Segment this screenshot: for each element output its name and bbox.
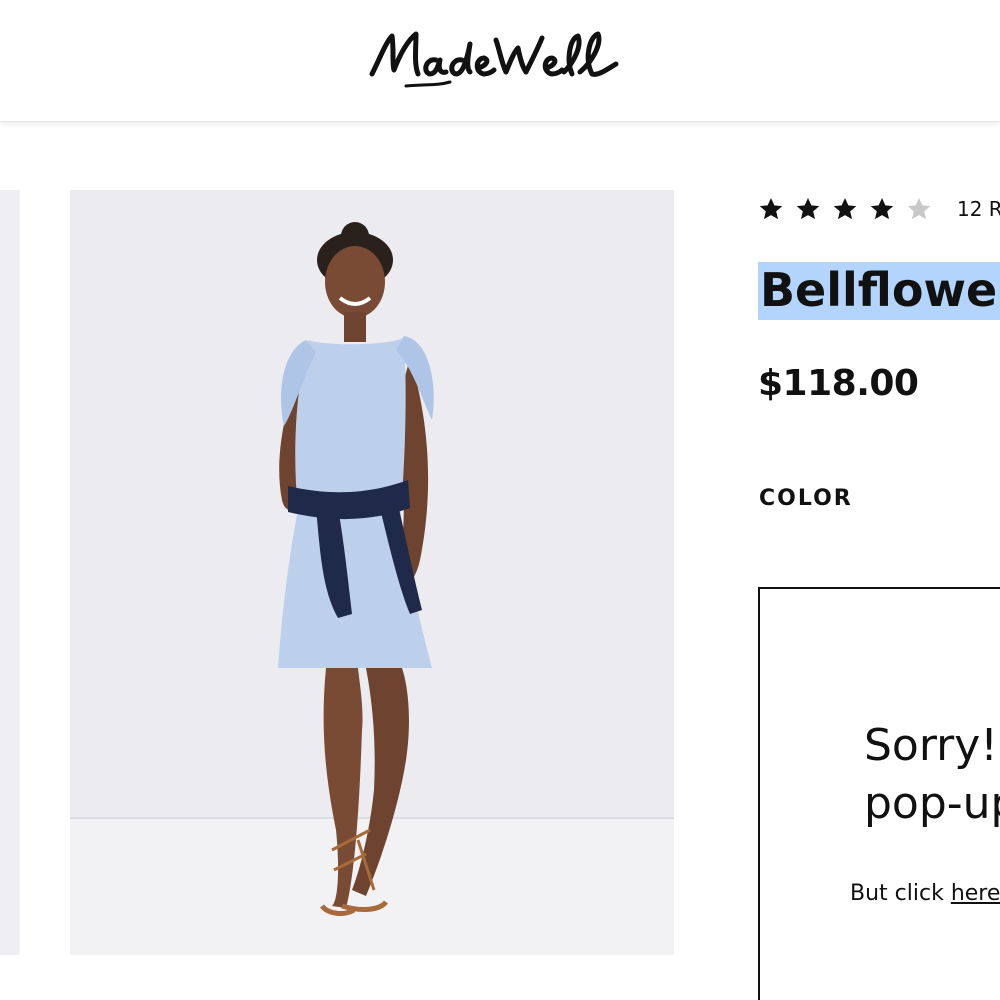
madewell-logo-script xyxy=(369,31,619,88)
product-price: $118.00 xyxy=(758,363,919,404)
review-count-link[interactable]: 12 Reviews xyxy=(957,197,1000,221)
popup-error-prefix: But click xyxy=(850,881,951,906)
product-rating[interactable]: 12 Reviews xyxy=(758,192,1000,226)
color-label: COLOR xyxy=(759,486,853,511)
product-image[interactable] xyxy=(70,190,674,955)
popup-here-link[interactable]: here xyxy=(951,881,1000,906)
star-filled-icon xyxy=(795,196,821,222)
popup-error-box: Sorry! This pop-up But click here xyxy=(758,587,1000,1000)
popup-error-message: But click here xyxy=(850,881,1000,906)
star-empty-icon xyxy=(906,196,932,222)
model-photo xyxy=(70,190,674,955)
popup-error-heading: Sorry! This pop-up xyxy=(864,720,1000,829)
previous-image-thumbnail[interactable] xyxy=(0,190,20,955)
product-title: Bellflower Ruffle Dress xyxy=(758,262,1000,320)
site-header xyxy=(0,0,1000,122)
madewell-logo[interactable] xyxy=(366,24,622,94)
star-filled-icon xyxy=(758,196,784,222)
star-filled-icon xyxy=(869,196,895,222)
star-filled-icon xyxy=(832,196,858,222)
